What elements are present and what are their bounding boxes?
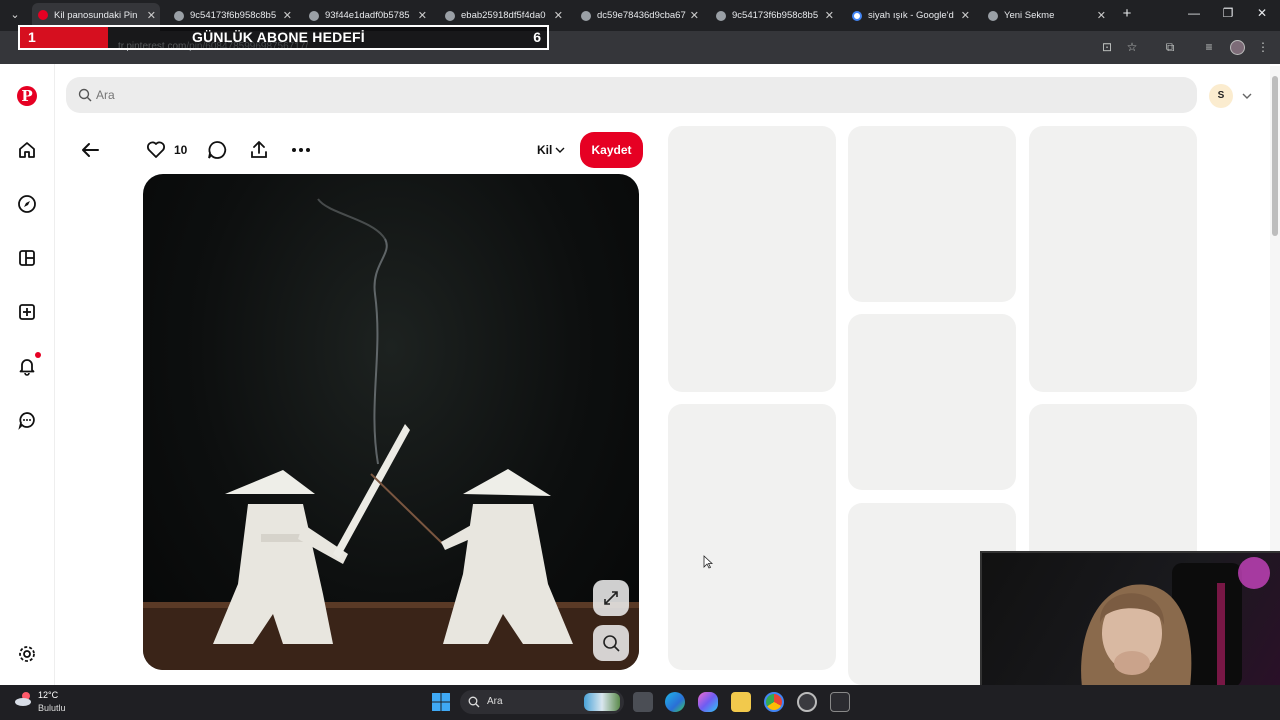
weather-cloud-icon[interactable] [14,691,34,707]
expand-image-button[interactable] [593,580,629,616]
create-plus-icon[interactable] [17,302,37,322]
goal-current: 1 [28,29,36,45]
pinterest-favicon-icon [38,10,48,20]
mouse-cursor-icon [703,555,713,569]
taskbar-search-placeholder: Ara [487,696,503,707]
streamer-webcam [980,551,1280,685]
copilot-icon[interactable] [698,692,718,712]
pin-placeholder [1029,126,1197,392]
tab-search-chevron-icon[interactable]: ⌄ [6,6,24,24]
restore-icon[interactable]: ❐ [1220,6,1236,20]
boards-icon[interactable] [17,248,37,268]
pin-placeholder [848,314,1016,490]
webcam-feed-image [1081,557,1270,685]
task-view-icon[interactable] [633,692,653,712]
globe-favicon-icon [445,11,455,21]
tab-5[interactable]: dc59e78436d9cba67 ✕ [575,4,703,28]
visual-search-button[interactable] [593,625,629,661]
scrollbar-thumb[interactable] [1272,76,1278,236]
media-control-icon[interactable]: ≡ [1202,40,1216,54]
pin-placeholder [668,126,836,392]
notifications-bell-icon[interactable] [17,356,37,376]
extensions-icon[interactable]: ⧉ [1163,40,1177,54]
like-count: 10 [174,143,188,157]
window-close-icon[interactable]: ✕ [1254,6,1270,20]
tab-google-search[interactable]: siyah ışık - Google'd ✕ [846,4,974,28]
account-chevron-down-icon[interactable] [1240,89,1254,103]
close-tab-icon[interactable]: ✕ [825,4,834,28]
pinterest-sidebar: P [0,64,55,685]
globe-favicon-icon [716,11,726,21]
terminal-icon[interactable] [830,692,850,712]
samurai-figurines-image [143,198,639,670]
search-highlight-image [584,693,620,711]
save-button[interactable]: Kaydet [580,132,643,168]
like-heart-icon[interactable] [145,139,167,161]
share-upload-icon[interactable] [248,139,270,161]
pin-placeholder [668,404,836,670]
google-favicon-icon [852,11,862,21]
weather-description: Bulutlu [38,703,66,713]
pinterest-logo-icon[interactable]: P [17,86,37,106]
pinterest-search-input[interactable]: Ara [66,77,1197,113]
obs-studio-icon[interactable] [797,692,817,712]
expand-arrows-icon [604,591,618,605]
search-icon [78,88,92,102]
user-avatar[interactable]: S [1209,84,1233,108]
bookmark-star-icon[interactable]: ☆ [1125,40,1139,54]
browser-profile-avatar[interactable] [1230,40,1245,55]
windows-start-icon[interactable] [431,692,451,712]
tab-label: 9c54173f6b958c8b5 [732,10,819,21]
globe-favicon-icon [309,11,319,21]
notification-dot [35,352,41,358]
tab-new-tab[interactable]: Yeni Sekme ✕ [982,4,1110,28]
install-app-icon[interactable]: ⊡ [1100,40,1114,54]
taskbar-search-input[interactable]: Ara [460,690,624,714]
lens-search-icon [603,635,620,652]
browser-menu-icon[interactable]: ⋮ [1256,40,1270,54]
file-explorer-icon[interactable] [731,692,751,712]
tab-label: Yeni Sekme [1004,10,1055,21]
pin-image-samurai-incense-holder[interactable] [143,174,639,670]
pin-placeholder [848,126,1016,302]
globe-favicon-icon [174,11,184,21]
more-options-icon[interactable] [290,139,312,161]
board-chevron-down-icon[interactable] [554,143,566,157]
close-tab-icon[interactable]: ✕ [1097,4,1106,28]
minimize-icon[interactable]: — [1186,6,1202,20]
new-tab-plus-icon[interactable]: + [1119,5,1135,22]
home-icon[interactable] [17,140,37,160]
tab-label: siyah ışık - Google'd [868,10,954,21]
board-selector[interactable]: Kil [537,143,552,157]
close-tab-icon[interactable]: ✕ [554,4,563,28]
back-arrow-icon[interactable] [79,139,101,161]
messages-icon[interactable] [17,410,37,430]
goal-title: GÜNLÜK ABONE HEDEFİ [192,29,365,45]
chrome-favicon-icon [988,11,998,21]
tab-label: dc59e78436d9cba67 [597,10,686,21]
chrome-icon[interactable] [764,692,784,712]
weather-temperature: 12°C [38,690,59,700]
search-placeholder: Ara [96,88,115,102]
close-tab-icon[interactable]: ✕ [690,4,699,28]
tab-6[interactable]: 9c54173f6b958c8b5 ✕ [710,4,838,28]
comment-icon[interactable] [206,139,228,161]
close-tab-icon[interactable]: ✕ [961,4,970,28]
globe-favicon-icon [581,11,591,21]
subscriber-goal-overlay: 1 GÜNLÜK ABONE HEDEFİ 6 [18,25,549,50]
search-icon [468,696,480,708]
goal-target: 6 [533,29,541,45]
explore-compass-icon[interactable] [17,194,37,214]
edge-browser-icon[interactable] [665,692,685,712]
settings-gear-icon[interactable] [17,644,37,664]
